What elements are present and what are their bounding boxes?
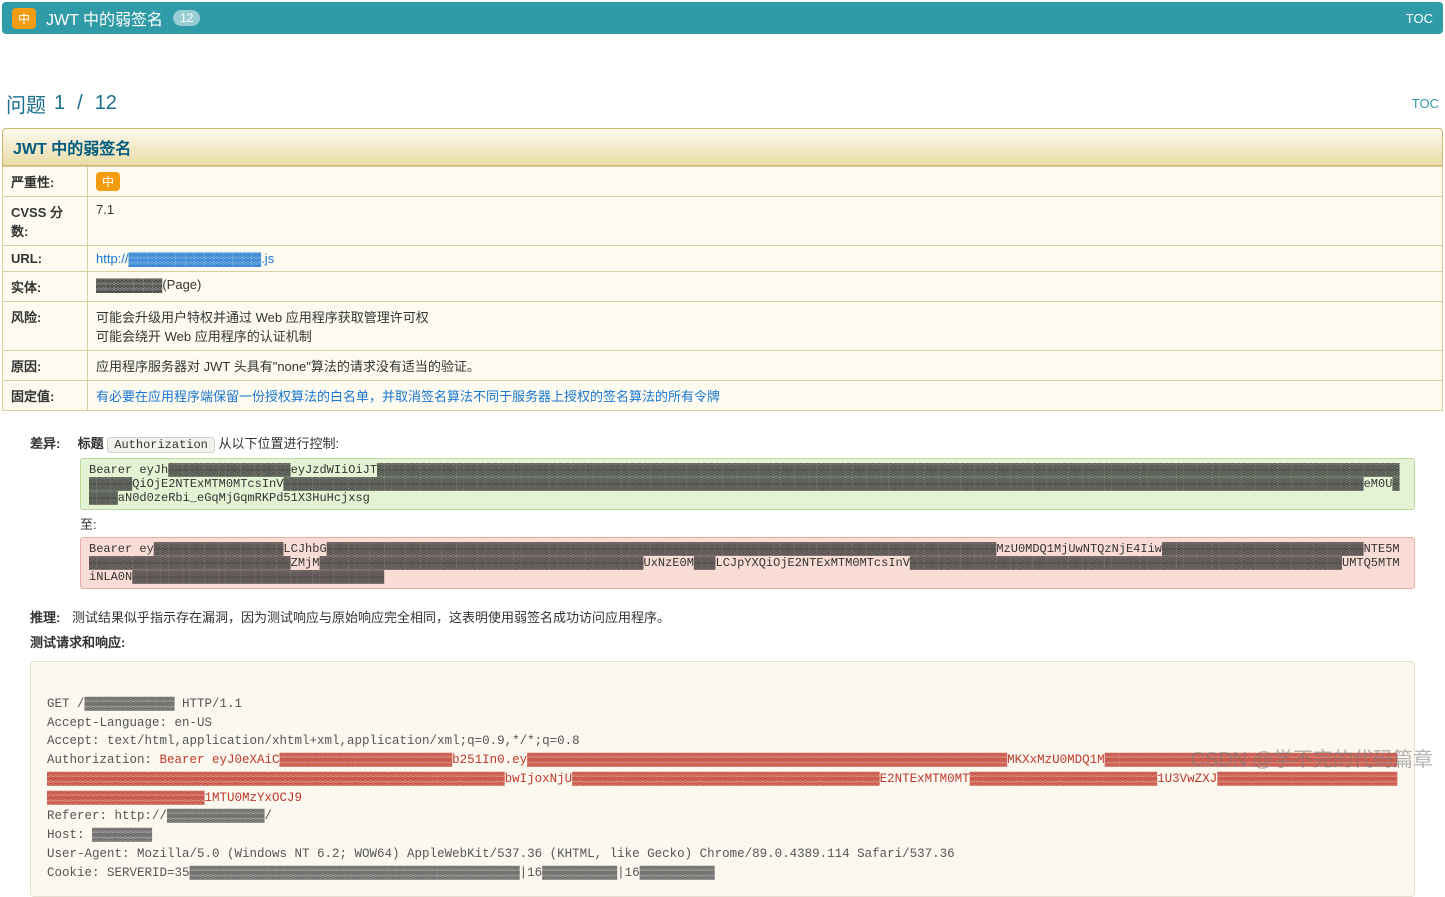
http-l4b: Bearer eyJ0eXAiC▓▓▓▓▓▓▓▓▓▓▓▓▓▓▓▓▓▓▓▓▓▓▓b… [47,753,1397,805]
http-l4a: Authorization: [47,753,160,767]
meta-fix-v: 有必要在应用程序端保留一份授权算法的白名单，并取消签名算法不同于服务器上授权的签… [88,381,1443,411]
diff-header-tail: 从以下位置进行控制: [219,436,340,451]
diff-to-label: 至: [80,512,1415,535]
toc-link-top[interactable]: TOC [1406,11,1433,26]
page-title: JWT 中的弱签名 [46,6,163,30]
meta-severity-v: 中 [88,167,1443,197]
http-l6: Host: ▓▓▓▓▓▓▓▓ [47,828,152,842]
meta-entity-k: 实体: [3,272,88,302]
url-link[interactable]: http://▓▓▓▓▓▓▓▓▓▓▓▓▓▓.js [96,251,274,266]
meta-risk-k: 风险: [3,302,88,351]
meta-cause-k: 原因: [3,351,88,381]
toc-link-nav[interactable]: TOC [1412,96,1439,111]
meta-risk-v: 可能会升级用户特权并通过 Web 应用程序获取管理许可权 可能会绕开 Web 应… [88,302,1443,351]
http-l1: GET /▓▓▓▓▓▓▓▓▓▓▓▓ HTTP/1.1 [47,697,242,711]
meta-severity-k: 严重性: [3,167,88,197]
diff-from-block: Bearer eyJh▓▓▓▓▓▓▓▓▓▓▓▓▓▓▓▓▓eyJzdWIiOiJT… [80,458,1415,510]
diff-label: 差异: [30,433,74,452]
issue-nav: 问题 1 / 12 TOC [6,89,1439,118]
http-l2: Accept-Language: en-US [47,716,212,730]
reasoning-label: 推理: [30,610,60,625]
meta-fix-k: 固定值: [3,381,88,411]
meta-cvss-k: CVSS 分数: [3,197,88,246]
fix-link[interactable]: 有必要在应用程序端保留一份授权算法的白名单，并取消签名算法不同于服务器上授权的签… [96,389,720,404]
count-badge: 12 [173,10,200,26]
issue-nav-label: 问题 [6,89,46,118]
http-l7: User-Agent: Mozilla/5.0 (Windows NT 6.2;… [47,847,955,861]
diff-header-chip: Authorization [107,437,215,453]
diff-header-word: 标题 [78,436,104,451]
meta-url-v: http://▓▓▓▓▓▓▓▓▓▓▓▓▓▓.js [88,246,1443,272]
http-l3: Accept: text/html,application/xhtml+xml,… [47,734,580,748]
http-l8: Cookie: SERVERID=35▓▓▓▓▓▓▓▓▓▓▓▓▓▓▓▓▓▓▓▓▓… [47,866,715,880]
meta-entity-v: ▓▓▓▓▓▓▓(Page) [88,272,1443,302]
diff-to-block: Bearer ey▓▓▓▓▓▓▓▓▓▓▓▓▓▓▓▓▓▓LCJhbG▓▓▓▓▓▓▓… [80,537,1415,589]
severity-pill: 中 [96,172,120,191]
http-l5: Referer: http://▓▓▓▓▓▓▓▓▓▓▓▓▓/ [47,809,272,823]
request-response-label: 测试请求和响应: [30,632,1445,651]
issue-nav-current: 1 [54,92,65,115]
severity-badge: 中 [12,8,36,29]
reasoning-line: 推理: 测试结果似乎指示存在漏洞，因为测试响应与原始响应完全相同，这表明使用弱签… [30,607,1445,626]
issue-nav-total: 12 [95,92,117,115]
meta-cvss-v: 7.1 [88,197,1443,246]
issue-title: JWT 中的弱签名 [2,128,1443,166]
meta-url-k: URL: [3,246,88,272]
issue-nav-sep: / [77,92,83,115]
topbar: 中 JWT 中的弱签名 12 TOC [2,2,1443,34]
risk-line-2: 可能会绕开 Web 应用程序的认证机制 [96,326,1434,345]
meta-cause-v: 应用程序服务器对 JWT 头具有"none"算法的请求没有适当的验证。 [88,351,1443,381]
risk-line-1: 可能会升级用户特权并通过 Web 应用程序获取管理许可权 [96,307,1434,326]
http-box: GET /▓▓▓▓▓▓▓▓▓▓▓▓ HTTP/1.1 Accept-Langua… [30,661,1415,897]
reasoning-text: 测试结果似乎指示存在漏洞，因为测试响应与原始响应完全相同，这表明使用弱签名成功访… [72,610,670,625]
meta-table: 严重性: 中 CVSS 分数: 7.1 URL: http://▓▓▓▓▓▓▓▓… [2,166,1443,411]
diff-section: 差异: 标题 Authorization 从以下位置进行控制: Bearer e… [30,433,1415,589]
